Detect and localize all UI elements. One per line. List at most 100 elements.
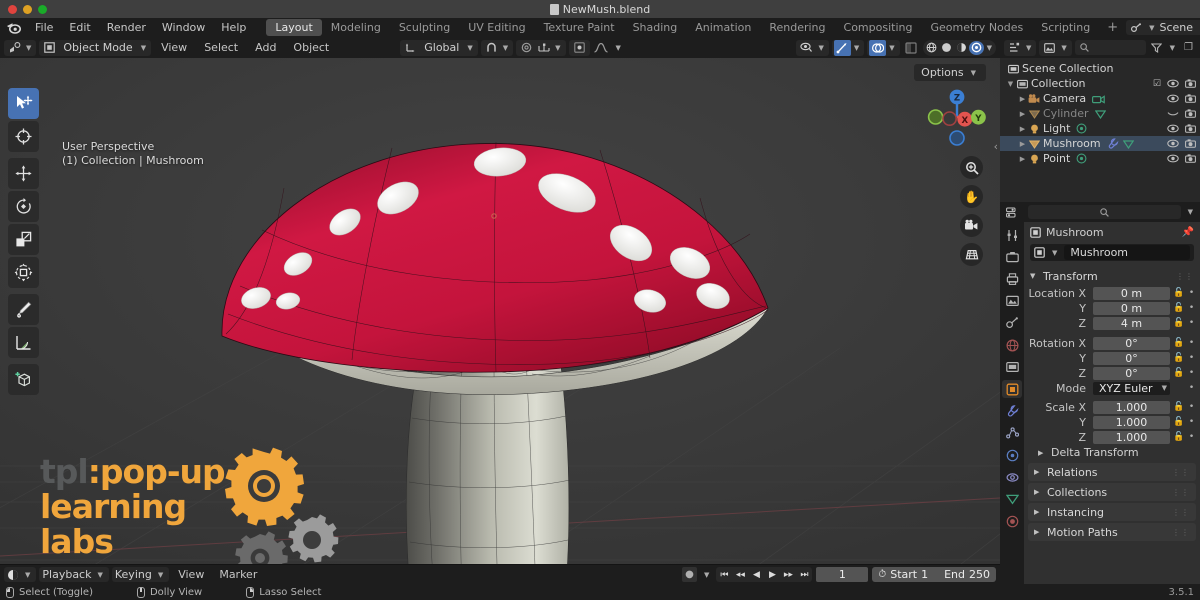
rendered-shading-button[interactable]: [969, 41, 984, 55]
eye-icon[interactable]: [1167, 94, 1179, 103]
properties-search-input[interactable]: [1028, 205, 1181, 219]
workspace-tab-animation[interactable]: Animation: [686, 19, 760, 36]
instancing-disclosure-icon[interactable]: ▶: [1034, 508, 1042, 516]
motion-paths-disclosure-icon[interactable]: ▶: [1034, 528, 1042, 536]
menu-file[interactable]: File: [27, 18, 61, 37]
workspace-tab-compositing[interactable]: Compositing: [835, 19, 922, 36]
play-icon[interactable]: ▶: [764, 570, 780, 580]
disclosure-triangle-cylinder[interactable]: ▶: [1018, 110, 1027, 118]
outliner-display-mode-selector[interactable]: ▼: [1039, 40, 1071, 56]
eye-icon[interactable]: [1167, 139, 1179, 148]
curve-chevron-down-icon[interactable]: ▼: [613, 44, 624, 52]
constraints-tab[interactable]: [1002, 468, 1022, 486]
value-location-y[interactable]: 0 m: [1093, 302, 1170, 315]
outliner-row-mushroom[interactable]: ▶ Mushroom: [1000, 136, 1200, 151]
camera-render-icon[interactable]: [1185, 94, 1196, 103]
editor-type-chevron-down-icon[interactable]: ▼: [23, 44, 34, 52]
camera-view-icon[interactable]: [960, 214, 983, 237]
mesh-data-icon[interactable]: [1095, 109, 1106, 119]
snapping-chevron-down-icon[interactable]: ▼: [500, 44, 511, 52]
outliner-editor-type-selector[interactable]: ▼: [1004, 40, 1036, 56]
playback-chevron-down-icon[interactable]: ▼: [94, 571, 105, 579]
disclosure-triangle-light[interactable]: ▶: [1018, 125, 1027, 133]
camera-render-icon[interactable]: [1185, 154, 1196, 163]
data-tab[interactable]: [1002, 490, 1022, 508]
lock-icon-location-x[interactable]: 🔓: [1173, 288, 1184, 298]
world-tab[interactable]: [1002, 336, 1022, 354]
outliner-row-camera[interactable]: ▶ Camera: [1000, 91, 1200, 106]
overlays-chevron-down-icon[interactable]: ▼: [886, 44, 897, 52]
wireframe-shading-button[interactable]: [924, 41, 939, 55]
relations-panel-grip[interactable]: ⋮⋮: [1172, 468, 1190, 477]
visibility-chevron-down-icon[interactable]: ▼: [815, 44, 826, 52]
animate-dot-rotation-x[interactable]: •: [1187, 338, 1196, 348]
instancing-panel-header[interactable]: ▶ Instancing ⋮⋮: [1028, 503, 1196, 521]
modifier-icon[interactable]: [1107, 138, 1119, 149]
rotation-mode-chevron-down-icon[interactable]: ▼: [1159, 382, 1170, 395]
magnet-icon[interactable]: [483, 40, 500, 56]
maximize-button[interactable]: [38, 5, 47, 14]
measure-tool[interactable]: [8, 327, 39, 358]
animate-dot-scale-x[interactable]: •: [1187, 402, 1196, 412]
value-location-z[interactable]: 4 m: [1093, 317, 1170, 330]
navigation-gizmo[interactable]: Z X Y: [926, 86, 988, 148]
outliner-row-cylinder[interactable]: ▶ Cylinder: [1000, 106, 1200, 121]
viewport-menu-view[interactable]: View: [154, 37, 194, 58]
keying-menu[interactable]: Keying ▼: [112, 567, 169, 582]
outliner-row-light[interactable]: ▶ Light: [1000, 121, 1200, 136]
sidebar-toggle-arrow-icon[interactable]: ‹: [994, 140, 998, 153]
object-datablock-chevron-down-icon[interactable]: ▼: [1049, 249, 1060, 257]
auto-keying-icon[interactable]: ●: [682, 567, 697, 582]
workspace-tab-texture-paint[interactable]: Texture Paint: [535, 19, 624, 36]
add-cube-tool[interactable]: [8, 364, 39, 395]
lock-icon-scale-z[interactable]: 🔓: [1173, 432, 1184, 442]
lock-icon-scale-y[interactable]: 🔓: [1173, 417, 1184, 427]
snap-target-box[interactable]: [569, 40, 590, 56]
disclosure-triangle-camera[interactable]: ▶: [1018, 95, 1027, 103]
light-data-icon[interactable]: [1076, 153, 1087, 164]
move-tool[interactable]: [8, 158, 39, 189]
auto-keying-chevron-down-icon[interactable]: ▼: [701, 571, 712, 579]
outliner-row-point[interactable]: ▶ Point: [1000, 151, 1200, 166]
options-chevron-down-icon[interactable]: ▼: [968, 69, 979, 77]
scene-tab[interactable]: [1002, 314, 1022, 332]
eye-icon[interactable]: [1167, 154, 1179, 163]
menu-help[interactable]: Help: [213, 18, 254, 37]
shading-chevron-down-icon[interactable]: ▼: [984, 44, 995, 52]
value-rotation-y[interactable]: 0°: [1093, 352, 1170, 365]
collections-disclosure-icon[interactable]: ▶: [1034, 488, 1042, 496]
overlays-icon[interactable]: [869, 40, 886, 56]
motion-paths-panel-header[interactable]: ▶ Motion Paths ⋮⋮: [1028, 523, 1196, 541]
gizmo-controls[interactable]: ▼: [832, 40, 864, 56]
scene-selector[interactable]: ▼ Scene: [1126, 20, 1200, 35]
minimize-button[interactable]: [23, 5, 32, 14]
workspace-tab-sculpting[interactable]: Sculpting: [390, 19, 459, 36]
solid-shading-button[interactable]: [939, 41, 954, 55]
timeline-menu-view[interactable]: View: [172, 568, 210, 581]
play-reverse-icon[interactable]: ◀: [748, 570, 764, 580]
material-tab[interactable]: [1002, 512, 1022, 530]
rotate-tool[interactable]: [8, 191, 39, 222]
keying-chevron-down-icon[interactable]: ▼: [155, 571, 166, 579]
current-frame-field[interactable]: 1: [816, 567, 868, 582]
value-scale-x[interactable]: 1.000: [1093, 401, 1170, 414]
start-frame-value[interactable]: 1: [921, 568, 928, 581]
lock-icon-location-y[interactable]: 🔓: [1173, 303, 1184, 313]
collections-panel-grip[interactable]: ⋮⋮: [1172, 488, 1190, 497]
lock-icon-rotation-y[interactable]: 🔓: [1173, 353, 1184, 363]
collection-checkbox[interactable]: ☑: [1153, 79, 1161, 89]
motion-paths-panel-grip[interactable]: ⋮⋮: [1172, 528, 1190, 537]
animate-dot-rotation-y[interactable]: •: [1187, 353, 1196, 363]
jump-prev-keyframe-icon[interactable]: ◂◂: [732, 570, 748, 580]
lock-icon-scale-x[interactable]: 🔓: [1173, 402, 1184, 412]
tweak-select-tool[interactable]: [8, 88, 39, 119]
object-name-input[interactable]: Mushroom: [1064, 245, 1190, 260]
delta-transform-subpanel[interactable]: ▶ Delta Transform: [1024, 444, 1200, 461]
proportional-edit-icon[interactable]: [518, 40, 535, 56]
add-workspace-button[interactable]: +: [1099, 20, 1126, 35]
timeline-menu-marker[interactable]: Marker: [213, 568, 263, 581]
disclosure-triangle-point[interactable]: ▶: [1018, 155, 1027, 163]
timeline-editor-type-selector[interactable]: ▼: [4, 567, 36, 582]
viewport-menu-object[interactable]: Object: [286, 37, 336, 58]
outliner-search-input[interactable]: [1075, 40, 1146, 55]
